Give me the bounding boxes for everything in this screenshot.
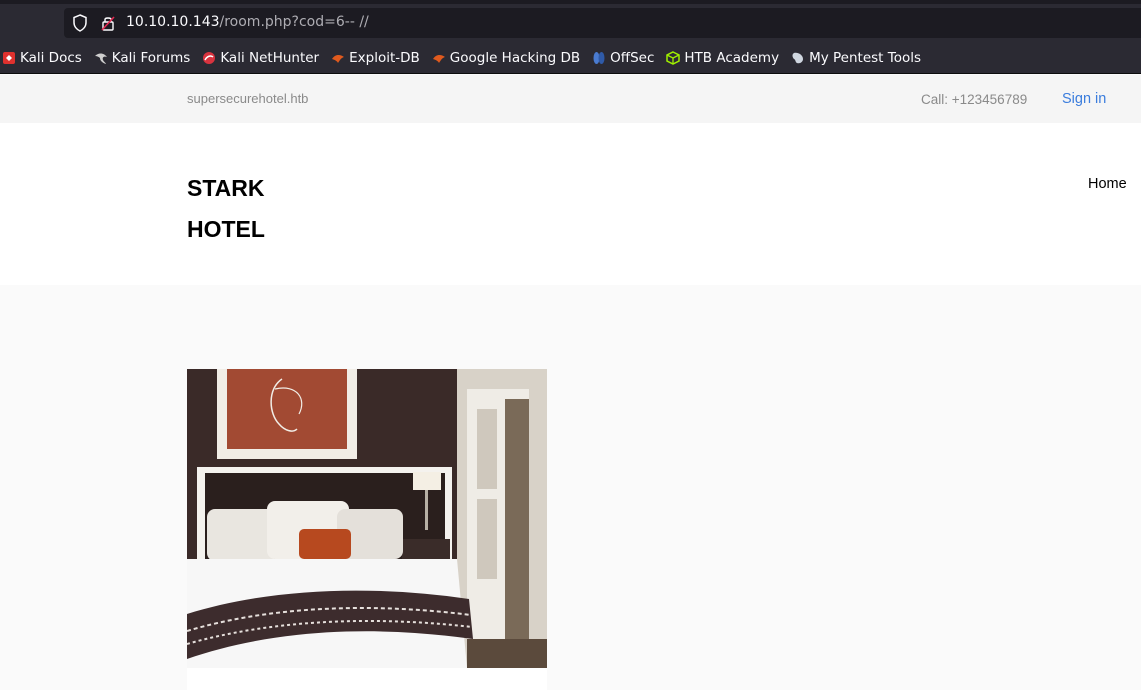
url-bar[interactable]: 10.10.10.143/room.php?cod=6-- // xyxy=(64,8,1141,38)
bookmark-kali-docs[interactable]: Kali Docs xyxy=(2,50,82,66)
kali-docs-icon xyxy=(2,51,16,65)
brand-line-1: STARK xyxy=(187,175,265,201)
bookmark-label: HTB Academy xyxy=(684,49,780,66)
insecure-lock-icon[interactable] xyxy=(100,14,116,32)
bookmark-my-pentest-tools[interactable]: My Pentest Tools xyxy=(791,50,921,66)
bookmark-label: Kali Forums xyxy=(111,49,191,66)
ghdb-icon xyxy=(432,51,446,65)
htb-cube-icon xyxy=(666,50,681,65)
sign-in-link[interactable]: Sign in xyxy=(1062,91,1106,107)
url-text[interactable]: 10.10.10.143/room.php?cod=6-- // xyxy=(126,14,369,30)
bookmark-htb-academy[interactable]: HTB Academy xyxy=(666,50,779,66)
bookmark-kali-nethunter[interactable]: Kali NetHunter xyxy=(202,50,319,66)
call-number: Call: +123456789 xyxy=(921,92,1028,107)
bookmark-kali-forums[interactable]: Kali Forums xyxy=(94,49,191,66)
room-photo xyxy=(187,369,547,668)
url-path: /room.php?cod=6-- // xyxy=(219,14,369,30)
bookmark-label: My Pentest Tools xyxy=(809,49,922,66)
kali-dragon-icon xyxy=(94,51,108,65)
bookmark-exploit-db[interactable]: Exploit-DB xyxy=(331,50,420,66)
bookmark-label: OffSec xyxy=(610,49,655,66)
offsec-icon xyxy=(592,51,606,65)
room-card xyxy=(187,369,547,690)
bookmarks-toolbar: Kali Docs Kali Forums Kali NetHunter Exp… xyxy=(0,42,1141,74)
top-info-bar: supersecurehotel.htb Call: +123456789 Si… xyxy=(0,75,1141,123)
pentest-tools-icon xyxy=(791,51,805,65)
url-host: 10.10.10.143 xyxy=(126,14,220,30)
browser-toolbar: 10.10.10.143/room.php?cod=6-- // xyxy=(0,0,1141,42)
bookmark-label: Exploit-DB xyxy=(349,49,420,66)
shield-icon[interactable] xyxy=(72,14,88,32)
site-domain: supersecurehotel.htb xyxy=(187,91,309,106)
tab-strip-edge xyxy=(0,0,1141,4)
site-header: STARK HOTEL Home xyxy=(0,123,1141,285)
exploit-db-icon xyxy=(331,51,345,65)
bookmark-google-hacking-db[interactable]: Google Hacking DB xyxy=(432,50,580,66)
web-page: supersecurehotel.htb Call: +123456789 Si… xyxy=(0,75,1141,690)
nethunter-icon xyxy=(202,51,216,65)
nav-home-link[interactable]: Home xyxy=(1088,176,1127,192)
bookmark-label: Kali Docs xyxy=(20,49,82,66)
bookmark-label: Kali NetHunter xyxy=(220,49,320,66)
bookmark-label: Google Hacking DB xyxy=(449,49,581,66)
bookmark-offsec[interactable]: OffSec xyxy=(592,50,654,66)
site-logo-text[interactable]: STARK HOTEL xyxy=(187,168,327,250)
brand-line-2: HOTEL xyxy=(187,216,265,242)
